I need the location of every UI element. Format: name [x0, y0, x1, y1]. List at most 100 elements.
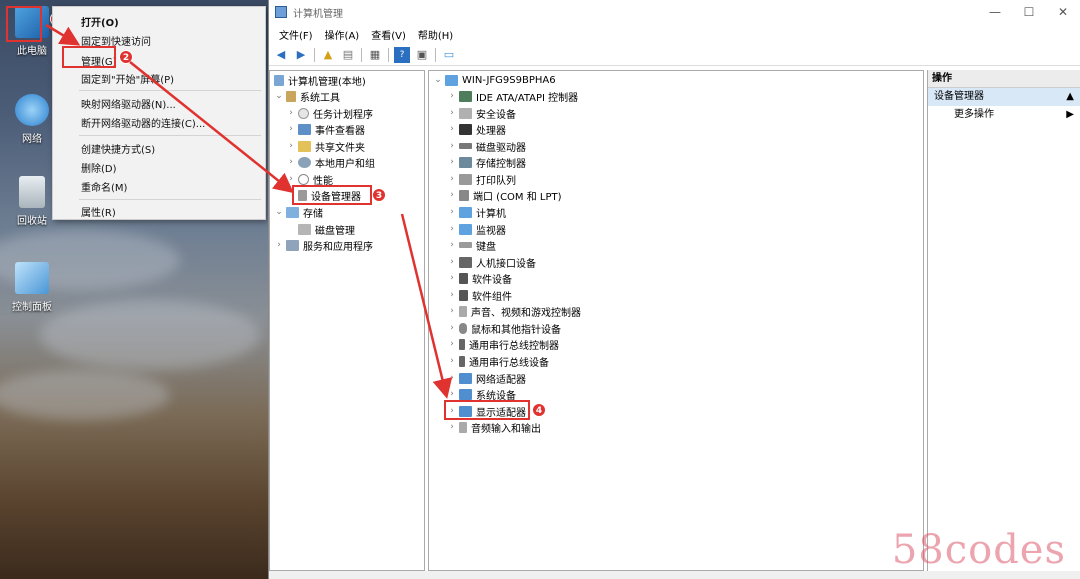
back-arrow-icon[interactable]: ◀ — [273, 47, 289, 63]
chevron-right-icon[interactable]: › — [447, 240, 457, 250]
chevron-right-icon[interactable]: › — [447, 108, 457, 118]
tree-shared-folders[interactable]: › 共享文件夹 — [286, 138, 365, 154]
device-disk-drives[interactable]: › 磁盘驱动器 — [447, 138, 526, 154]
device-security[interactable]: › 安全设备 — [447, 105, 516, 121]
chevron-right-icon[interactable]: › — [447, 306, 457, 316]
chevron-down-icon[interactable]: ⌄ — [433, 75, 443, 85]
menu-separator — [79, 199, 261, 200]
menu-view[interactable]: 查看(V) — [365, 27, 412, 42]
clock-icon — [298, 107, 309, 119]
maximize-icon[interactable]: ☐ — [1012, 5, 1046, 19]
chevron-right-icon[interactable]: › — [447, 141, 457, 151]
actions-selected-label: 设备管理器 — [934, 91, 984, 102]
minimize-icon[interactable]: — — [978, 5, 1012, 19]
chevron-right-icon[interactable]: › — [447, 422, 457, 432]
control-panel-icon[interactable]: 控制面板 — [4, 262, 60, 313]
device-software-components[interactable]: › 软件组件 — [447, 287, 512, 303]
menu-item-open[interactable]: 打开(O) — [81, 14, 119, 29]
chevron-right-icon[interactable]: › — [447, 373, 457, 383]
computer-node[interactable]: ⌄ WIN-JFG9S9BPHA6 — [433, 72, 556, 88]
tree-task-scheduler[interactable]: › 任务计划程序 — [286, 105, 373, 121]
device-print-queue[interactable]: › 打印队列 — [447, 171, 516, 187]
device-monitor[interactable]: › 监视器 — [447, 221, 506, 237]
device-computer[interactable]: › 计算机 — [447, 204, 506, 220]
device-hid[interactable]: › 人机接口设备 — [447, 254, 536, 270]
close-icon[interactable]: ✕ — [1046, 5, 1080, 19]
actions-device-manager[interactable]: 设备管理器 ▲ — [928, 88, 1080, 106]
tree-root[interactable]: 计算机管理(本地) — [272, 72, 366, 88]
processor-icon — [459, 123, 472, 135]
menu-item-delete[interactable]: 删除(D) — [81, 160, 117, 175]
chevron-right-icon[interactable]: › — [286, 141, 296, 151]
chevron-right-icon[interactable]: › — [286, 157, 296, 167]
menu-file[interactable]: 文件(F) — [273, 27, 319, 42]
device-keyboard[interactable]: › 键盘 — [447, 237, 496, 253]
chevron-right-icon[interactable]: › — [447, 157, 457, 167]
device-usb-controller[interactable]: › 通用串行总线控制器 — [447, 336, 559, 352]
device-audio-io[interactable]: › 音频输入和输出 — [447, 419, 541, 435]
device-sound[interactable]: › 声音、视频和游戏控制器 — [447, 303, 581, 319]
device-processor[interactable]: › 处理器 — [447, 121, 506, 137]
properties-icon[interactable]: ▦ — [367, 47, 383, 63]
device-mouse[interactable]: › 鼠标和其他指针设备 — [447, 320, 561, 336]
chevron-down-icon[interactable]: ⌄ — [274, 207, 284, 217]
device-ide-controller[interactable]: › IDE ATA/ATAPI 控制器 — [447, 88, 578, 104]
chevron-right-icon[interactable]: › — [447, 273, 457, 283]
chevron-right-icon[interactable]: › — [447, 174, 457, 184]
context-menu: 打开(O) 固定到快速访问 管理(G) 固定到"开始"屏幕(P) 映射网络驱动器… — [52, 6, 266, 220]
menu-item-create-shortcut[interactable]: 创建快捷方式(S) — [81, 141, 155, 156]
chevron-right-icon[interactable]: › — [447, 356, 457, 366]
device-label: 音频输入和输出 — [471, 423, 541, 435]
chevron-right-icon[interactable]: › — [274, 240, 284, 250]
tree-services-apps[interactable]: › 服务和应用程序 — [274, 237, 373, 253]
ide-controller-icon — [459, 90, 472, 102]
chevron-right-icon[interactable]: › — [286, 124, 296, 134]
show-tree-icon[interactable]: ▤ — [340, 47, 356, 63]
chevron-right-icon[interactable]: › — [447, 190, 457, 200]
device-label: 打印队列 — [476, 175, 516, 187]
monitor-icon[interactable]: ▭ — [441, 47, 457, 63]
chevron-right-icon[interactable]: › — [447, 323, 457, 333]
chevron-right-icon[interactable]: › — [447, 339, 457, 349]
device-ports[interactable]: › 端口 (COM 和 LPT) — [447, 187, 562, 203]
expand-arrow-icon[interactable]: ▶ — [1066, 106, 1074, 124]
tree-root-label: 计算机管理(本地) — [288, 76, 366, 88]
view-icon[interactable]: ▣ — [414, 47, 430, 63]
device-storage-controller[interactable]: › 存储控制器 — [447, 154, 526, 170]
navigation-tree: 计算机管理(本地) ⌄ 系统工具 › 任务计划程序 › 事件查看器 › 共享文件… — [269, 70, 425, 571]
menu-item-rename[interactable]: 重命名(M) — [81, 179, 127, 194]
help-icon[interactable]: ? — [394, 46, 410, 63]
tree-local-users[interactable]: › 本地用户和组 — [286, 154, 375, 170]
device-network-adapters[interactable]: › 网络适配器 — [447, 370, 526, 386]
network-adapter-icon — [459, 372, 472, 384]
menu-item-pin-start[interactable]: 固定到"开始"屏幕(P) — [81, 71, 174, 86]
chevron-right-icon[interactable]: › — [447, 91, 457, 101]
chevron-right-icon[interactable]: › — [447, 290, 457, 300]
device-usb-devices[interactable]: › 通用串行总线设备 — [447, 353, 549, 369]
menu-item-properties[interactable]: 属性(R) — [81, 204, 116, 219]
toolbar: ◀ ▶ ▲ ▤ ▦ ? ▣ ▭ — [269, 44, 1080, 66]
forward-arrow-icon[interactable]: ▶ — [293, 47, 309, 63]
tree-disk-management[interactable]: 磁盘管理 — [296, 221, 355, 237]
menu-help[interactable]: 帮助(H) — [412, 27, 459, 42]
chevron-right-icon[interactable]: › — [447, 257, 457, 267]
chevron-right-icon[interactable]: › — [447, 224, 457, 234]
tree-event-viewer[interactable]: › 事件查看器 — [286, 121, 365, 137]
menu-item-disconnect-drive[interactable]: 断开网络驱动器的连接(C)... — [81, 115, 205, 130]
actions-more[interactable]: 更多操作 ▶ — [928, 106, 1080, 124]
this-pc-highlight — [6, 6, 42, 42]
chevron-right-icon[interactable]: › — [447, 207, 457, 217]
chevron-right-icon[interactable]: › — [286, 174, 296, 184]
tree-storage[interactable]: ⌄ 存储 — [274, 204, 323, 220]
up-folder-icon[interactable]: ▲ — [320, 47, 336, 63]
tree-label: 服务和应用程序 — [303, 241, 373, 253]
tree-system-tools[interactable]: ⌄ 系统工具 — [274, 88, 340, 104]
chevron-down-icon[interactable]: ⌄ — [274, 91, 284, 101]
collapse-arrow-icon[interactable]: ▲ — [1066, 88, 1074, 106]
menu-action[interactable]: 操作(A) — [319, 27, 366, 42]
chevron-right-icon[interactable]: › — [286, 108, 296, 118]
chevron-right-icon[interactable]: › — [447, 124, 457, 134]
chevron-right-icon[interactable]: › — [447, 389, 457, 399]
device-software-devices[interactable]: › 软件设备 — [447, 270, 512, 286]
menu-item-map-drive[interactable]: 映射网络驱动器(N)... — [81, 96, 176, 111]
